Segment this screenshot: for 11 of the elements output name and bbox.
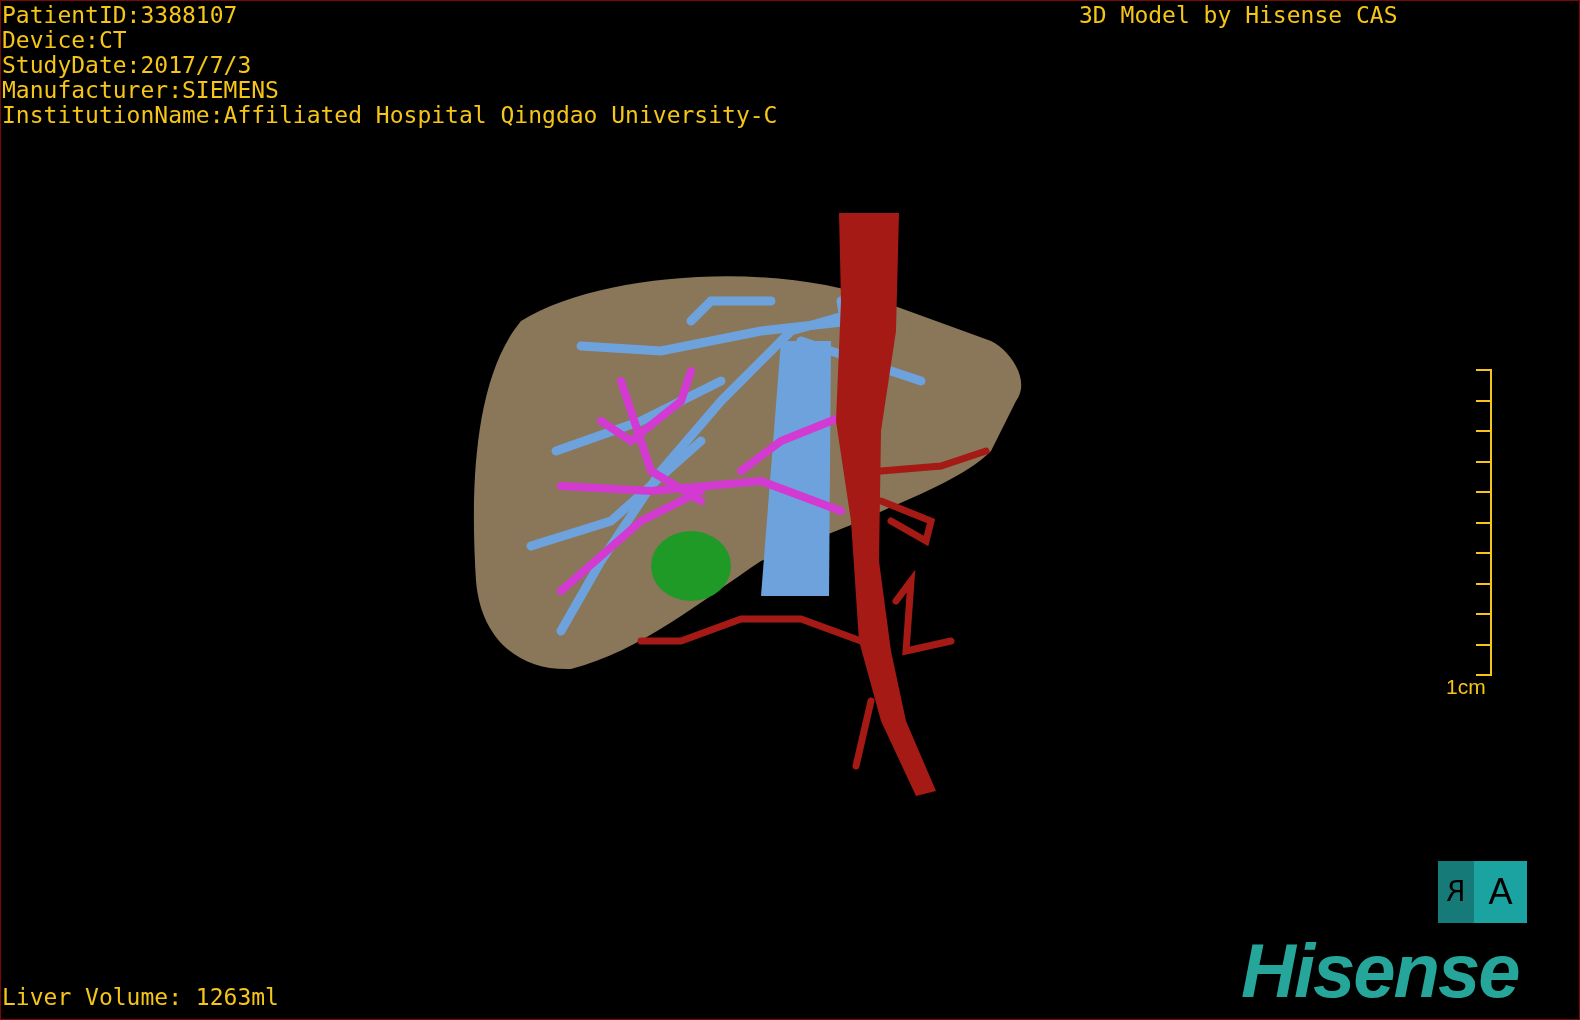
orientation-side-label: R — [1446, 878, 1466, 906]
patient-info-line: InstitutionName:Affiliated Hospital Qingdao University-C — [2, 103, 778, 128]
logo: Hisense — [1241, 931, 1519, 1011]
orientation-front-label: A — [1488, 874, 1513, 910]
scale-label: 1cm — [1446, 675, 1486, 699]
patient-info-line: Manufacturer:SIEMENS — [2, 78, 280, 103]
patient-info-line: PatientID:3388107 — [2, 3, 239, 28]
model-credit: 3D Model by Hisense CAS — [1079, 3, 1398, 28]
patient-info-line: StudyDate:2017/7/3 — [2, 53, 253, 78]
patient-info-line: Device:CT — [2, 28, 128, 53]
liver-volume: Liver Volume: 1263ml — [2, 985, 279, 1010]
